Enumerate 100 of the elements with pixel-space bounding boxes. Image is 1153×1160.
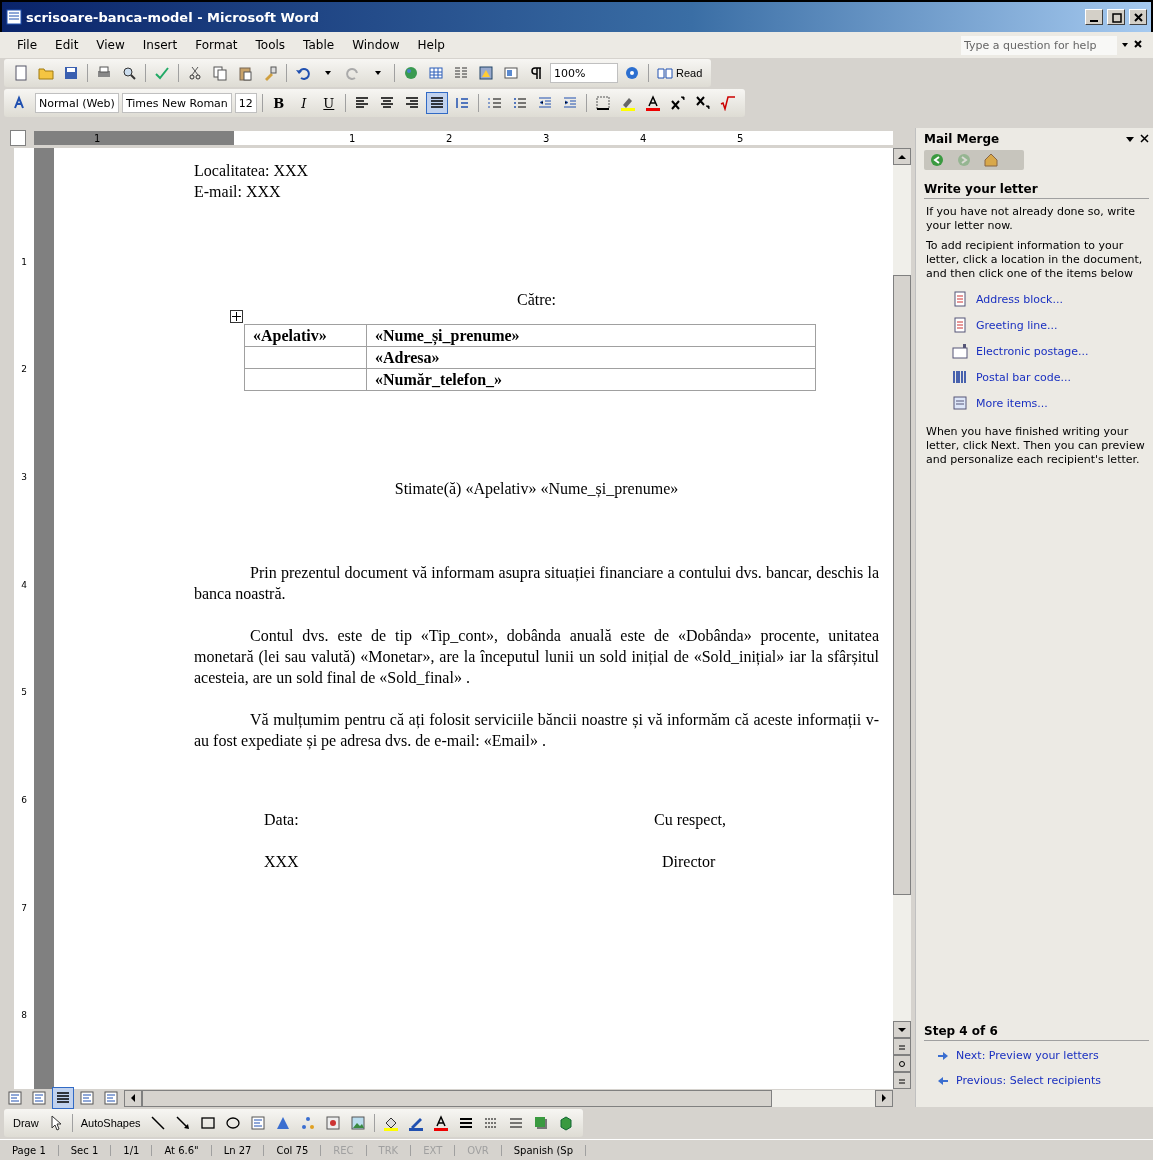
- menu-item[interactable]: Edit: [48, 36, 86, 54]
- scroll-left-button[interactable]: [124, 1089, 142, 1107]
- close-button[interactable]: [1129, 9, 1147, 25]
- status-field: Ln 27: [211, 1144, 265, 1156]
- ruler-number: 4: [640, 132, 648, 144]
- ruler-number: 2: [446, 132, 454, 144]
- font-dropdown[interactable]: Times New Roman: [121, 93, 232, 113]
- body-paragraph: Vă mulțumim pentru că ați folosit serviciile băncii noastre și vă informăm că aceste informații v-au fost expediate și pe adresa dvs. de e-mail: «Email» .: [194, 710, 879, 751]
- tab-selector[interactable]: [10, 130, 26, 146]
- body-paragraph: Prin prezentul document vă informam asupra situației financiare a contului dvs. bancar, deschis la banca noastră.: [194, 563, 879, 604]
- scrollbar-thumb[interactable]: [142, 1089, 772, 1107]
- ruler-number: 2: [21, 364, 27, 375]
- bold-button[interactable]: B: [267, 92, 290, 114]
- read-button[interactable]: Read: [654, 65, 706, 81]
- envelope-icon: [952, 343, 968, 359]
- navigation-link[interactable]: Next: Preview your letters: [956, 1049, 1099, 1062]
- address-line: E-mail: XXX: [194, 182, 282, 202]
- scrollbar-thumb[interactable]: [893, 275, 911, 895]
- word-document-icon: [6, 9, 22, 25]
- body-paragraph: Contul dvs. este de tip «Tip_cont», dobânda anuală este de «Dobânda» procente, unitatea monetară (lei sau valută) «Monetar», are la începutul lunii un sold inițial de «Sold_inițial» iar la sfârșitul acesteia, are un sold final de «Sold_final» .: [194, 626, 879, 688]
- table-cell: «Apelativ»: [244, 324, 367, 347]
- table-cell: «Nume_și_prenume»: [366, 324, 816, 347]
- vertical-scrollbar[interactable]: [893, 148, 911, 1089]
- menu-item[interactable]: File: [10, 36, 45, 54]
- scroll-down-button[interactable]: [893, 1021, 911, 1038]
- section-heading: Write your letter: [924, 182, 1149, 199]
- maximize-button[interactable]: [1107, 9, 1125, 25]
- status-field: 1/1: [111, 1144, 153, 1156]
- italic-button[interactable]: I: [292, 92, 315, 114]
- up-arrow-icon: [898, 153, 906, 160]
- menu-item[interactable]: Window: [345, 36, 407, 54]
- step-label: Step 4 of 6: [924, 1024, 1149, 1041]
- move-icon: [231, 311, 242, 322]
- justify-icon[interactable]: [425, 92, 448, 114]
- menu-item[interactable]: Format: [188, 36, 245, 54]
- table-cell: «Număr_telefon_»: [366, 368, 816, 391]
- double-line-icon: [898, 1042, 906, 1051]
- draw-menu-button[interactable]: Draw: [10, 1117, 42, 1129]
- menu-item[interactable]: Help: [410, 36, 452, 54]
- navigation-link[interactable]: Previous: Select recipients: [956, 1074, 1102, 1087]
- ruler-number: 5: [21, 687, 27, 698]
- status-field: At 6.6": [152, 1144, 212, 1156]
- down-arrow-icon: [898, 1026, 906, 1033]
- autoshapes-menu-button[interactable]: AutoShapes: [77, 1117, 144, 1129]
- ruler-number: 4: [21, 579, 27, 590]
- ruler-number: 3: [543, 132, 551, 144]
- left-arrow-icon: [938, 1076, 948, 1085]
- signature-text: XXX: [264, 852, 300, 872]
- ruler-number: 7: [21, 902, 27, 913]
- task-link[interactable]: Electronic postage...: [976, 344, 1089, 358]
- ruler-number: 8: [21, 1010, 27, 1021]
- list-icon: [952, 395, 968, 411]
- greeting-line: Stimate(ă) «Apelativ» «Nume_și_prenume»: [393, 479, 680, 499]
- window-title: scrisoare-banca-model - Microsoft Word: [26, 9, 321, 25]
- maximize-icon: [1109, 10, 1123, 24]
- menu-item[interactable]: Tools: [248, 36, 293, 54]
- instruction-text: To add recipient information to your letter, click a location in the document, and then click one of the items below: [926, 239, 1144, 281]
- status-field: Spanish (Sp: [501, 1144, 586, 1156]
- document-icon: [952, 291, 968, 307]
- help-search-field[interactable]: Type a question for help: [961, 35, 1117, 55]
- style-dropdown[interactable]: Normal (Web): [35, 93, 119, 113]
- task-link[interactable]: More items...: [976, 396, 1048, 410]
- signature-text: Director: [662, 852, 717, 872]
- zoom-dropdown[interactable]: 100%: [550, 63, 618, 83]
- book-icon: [657, 65, 673, 81]
- table-move-handle[interactable]: [230, 310, 243, 323]
- ruler-number: 1: [21, 256, 27, 267]
- underline-button[interactable]: U: [317, 92, 340, 114]
- task-link[interactable]: Greeting line...: [976, 318, 1058, 332]
- barcode-icon: [952, 369, 968, 385]
- status-field: Sec 1: [58, 1144, 112, 1156]
- house-icon: [983, 152, 999, 168]
- instruction-text: When you have finished writing your letter, click Next. Then you can preview and personalize each recipient's letter.: [926, 425, 1146, 467]
- signature-text: Data:: [264, 810, 300, 830]
- signature-text: Cu respect,: [654, 810, 726, 830]
- status-field: Page 1: [0, 1144, 59, 1156]
- scroll-up-button[interactable]: [893, 148, 911, 165]
- menu-item[interactable]: Table: [296, 36, 342, 54]
- browse-object-button[interactable]: [893, 1055, 911, 1072]
- left-arrow-icon: [130, 1094, 136, 1102]
- right-arrow-icon: [938, 1051, 948, 1060]
- font-size-dropdown[interactable]: 12: [234, 93, 257, 113]
- instruction-text: If you have not already done so, write your letter now.: [926, 205, 1136, 233]
- scroll-right-button[interactable]: [875, 1089, 893, 1107]
- menu-item[interactable]: Insert: [135, 36, 185, 54]
- status-field: Col 75: [264, 1144, 322, 1156]
- task-link[interactable]: Postal bar code...: [976, 370, 1072, 384]
- next-page-button[interactable]: [893, 1072, 911, 1089]
- task-pane-title: Mail Merge: [924, 132, 1001, 146]
- recipient-label: Către:: [515, 290, 558, 310]
- print-layout-icon[interactable]: [52, 1087, 74, 1109]
- ruler-number: 5: [737, 132, 745, 144]
- address-line: Localitatea: XXX: [194, 161, 310, 181]
- ruler-number: 6: [21, 794, 27, 805]
- menu-item[interactable]: View: [89, 36, 132, 54]
- horizontal-scrollbar[interactable]: [124, 1089, 893, 1107]
- minimize-icon: [1090, 20, 1098, 22]
- minimize-button[interactable]: [1085, 9, 1103, 25]
- previous-page-button[interactable]: [893, 1038, 911, 1055]
- task-link[interactable]: Address block...: [976, 292, 1063, 306]
